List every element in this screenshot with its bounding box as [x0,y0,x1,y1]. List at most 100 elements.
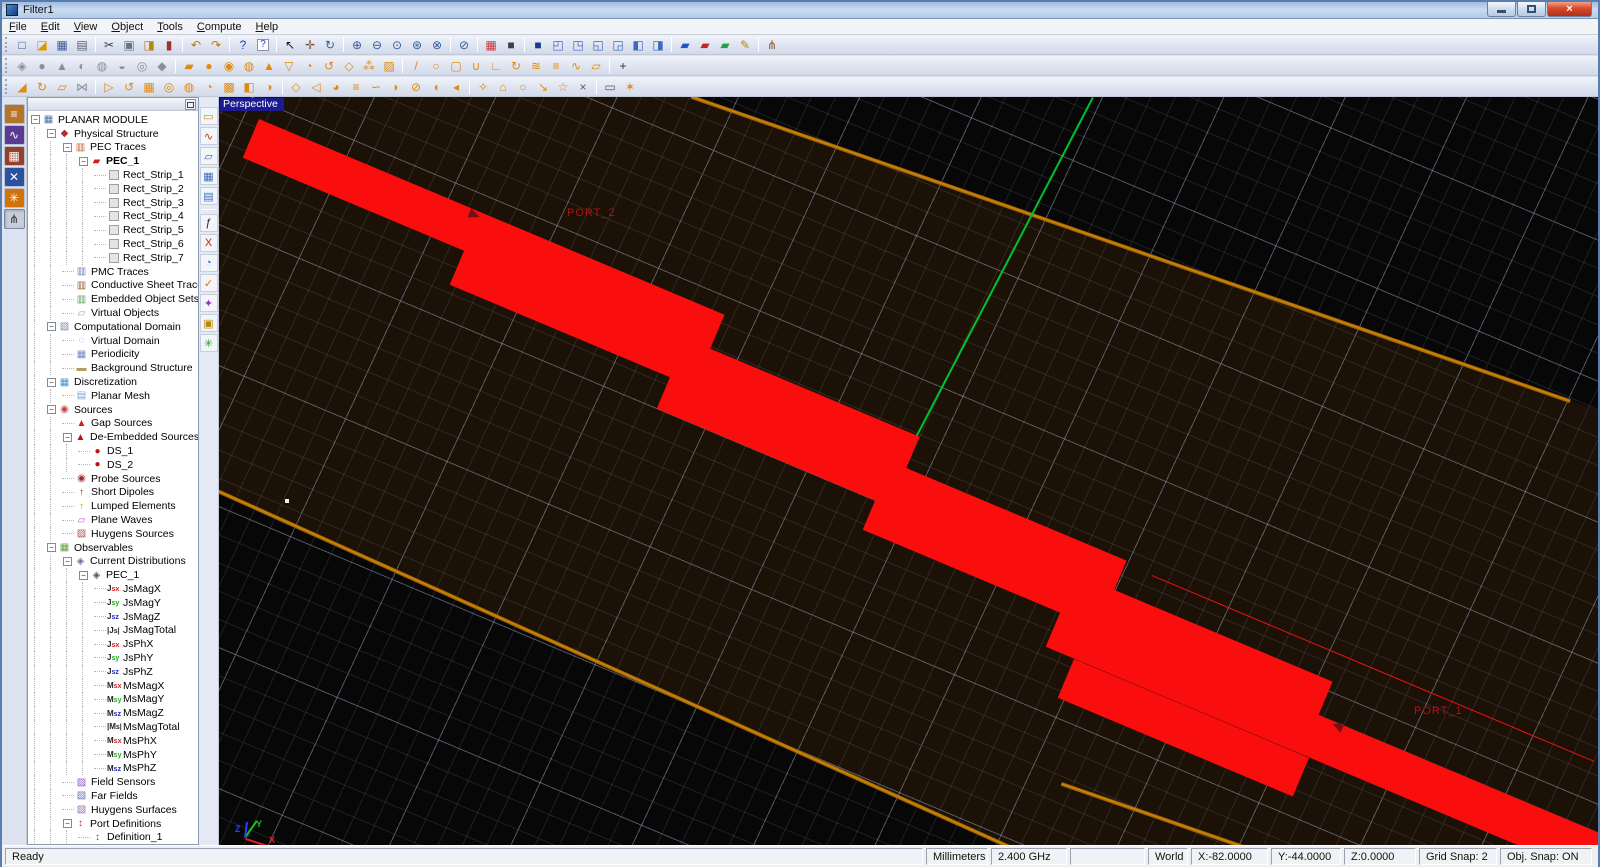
maximize-button[interactable] [1517,2,1546,17]
cone-sector-button[interactable]: ◁ [306,78,326,96]
edit-properties-button[interactable]: ✎ [735,36,755,54]
mesh-lines-button[interactable]: ▤ [200,187,218,205]
redo-button[interactable]: ↷ [206,36,226,54]
help-button[interactable]: ? [233,36,253,54]
tree-item[interactable]: Rect_Strip_1 [30,168,198,182]
tree-item[interactable]: JszJsMagZ [30,610,198,624]
draw-hatched-rect-button[interactable]: ▨ [379,57,399,75]
tree-item[interactable]: ▧Far Fields [30,789,198,803]
menu-help[interactable]: Help [249,20,286,34]
menu-object[interactable]: Object [104,20,150,34]
draw-circle-outline-button[interactable]: ○ [426,57,446,75]
solid-ellipsoid-button[interactable]: ◍ [92,57,112,75]
tree-expander[interactable]: − [31,115,40,124]
tree-item[interactable]: ▥PMC Traces [30,265,198,279]
open-folder-button[interactable]: ◪ [32,36,52,54]
minimize-button[interactable] [1487,2,1516,17]
draw-arc-button[interactable]: ∪ [466,57,486,75]
module-layout-button[interactable]: ▦ [4,146,25,166]
zoom-extents-button[interactable]: ⊗ [427,36,447,54]
cut-button[interactable]: ✂ [99,36,119,54]
title-bar[interactable]: Filter1 × [2,2,1598,19]
tree-item[interactable]: −▦PLANAR MODULE [30,113,198,127]
surface-tool-button[interactable]: ▱ [200,147,218,165]
plane-zx-button[interactable]: ▰ [715,36,735,54]
zoom-window-button[interactable]: ⊙ [387,36,407,54]
tree-item[interactable]: ▧Huygens Surfaces [30,803,198,817]
chart-view-button[interactable]: ◔ [200,254,218,272]
function-editor-button[interactable]: ƒ [200,214,218,232]
boolean-intersect-button[interactable]: ◔ [199,78,219,96]
menu-tools[interactable]: Tools [150,20,190,34]
tree-item[interactable]: MsxMsPhX [30,734,198,748]
draw-circle-button[interactable]: ● [199,57,219,75]
tree-item[interactable]: Rect_Strip_6 [30,237,198,251]
solid-view-button[interactable]: ■ [501,36,521,54]
tree-item[interactable]: MszMsPhZ [30,761,198,775]
solid-cube-button[interactable]: ◈ [12,57,32,75]
zoom-in-button[interactable]: ⊕ [347,36,367,54]
tree-item[interactable]: ●DS_1 [30,444,198,458]
star-circle-button[interactable]: ✧ [473,78,493,96]
draw-corner-path-button[interactable]: ∟ [486,57,506,75]
copy-view-button[interactable]: ▣ [200,314,218,332]
rotate-object-button[interactable]: ↻ [32,78,52,96]
draw-rounded-rect-button[interactable]: ▢ [446,57,466,75]
rotate-copy-button[interactable]: ↺ [119,78,139,96]
tree-expander[interactable]: − [63,557,72,566]
tree-item[interactable]: −◆Physical Structure [30,127,198,141]
solid-hemisphere-button[interactable]: ◐ [72,57,92,75]
export-excel-button[interactable]: X [200,234,218,252]
tree-item[interactable]: −↕Port Definitions [30,817,198,831]
tree-item[interactable]: ▱Plane Waves [30,513,198,527]
tree-item[interactable]: ▥Embedded Object Sets [30,292,198,306]
close-button[interactable]: × [1547,2,1592,17]
tree-expander[interactable]: − [79,157,88,166]
zoom-previous-button[interactable]: ⊘ [454,36,474,54]
view-bottom-button[interactable]: ◨ [648,36,668,54]
tree-expander[interactable]: − [79,571,88,580]
tree-item[interactable]: ◌Virtual Domain [30,334,198,348]
tree-item[interactable]: ●DS_2 [30,458,198,472]
plane-yz-button[interactable]: ▰ [695,36,715,54]
tree-item[interactable]: −▦Observables [30,541,198,555]
gauge-sector-button[interactable]: ◕ [326,78,346,96]
new-document-button[interactable]: □ [12,36,32,54]
sweep-button[interactable]: ∽ [366,78,386,96]
tree-item[interactable]: ▱Virtual Objects [30,306,198,320]
curve-editor-button[interactable]: ∿ [200,127,218,145]
stack-layers-button[interactable]: ≡ [346,78,366,96]
star-polygon-button[interactable]: ☆ [553,78,573,96]
validate-check-button[interactable]: ✓ [200,274,218,292]
draw-circle-sector-button[interactable]: ◔ [299,57,319,75]
tree-expander[interactable]: − [63,819,72,828]
tree-expander[interactable]: − [47,405,56,414]
panel-restore-button[interactable] [185,99,196,110]
module-optimizer-button[interactable]: ✳ [4,188,25,208]
tree-item[interactable]: −▦Discretization [30,375,198,389]
mesh-grid-button[interactable]: ▦ [200,167,218,185]
orbit-rotate-button[interactable]: ↻ [320,36,340,54]
tree-item[interactable]: |Js|JsMagTotal [30,623,198,637]
tree-item[interactable]: −▲De-Embedded Sources [30,430,198,444]
draw-spiral2-button[interactable]: ↻ [506,57,526,75]
pec-strip-rect_strip_1[interactable] [243,119,725,353]
draw-balloon-button[interactable]: ◉ [219,57,239,75]
tree-item[interactable]: ↑Short Dipoles [30,486,198,500]
hexagon-button[interactable]: ○ [513,78,533,96]
new-session-button[interactable]: ✳ [200,334,218,352]
draw-spiral-button[interactable]: ↺ [319,57,339,75]
array-3d-button[interactable]: ⋈ [72,78,92,96]
render-colors-button[interactable]: ✦ [200,294,218,312]
tree-item[interactable]: ▨Huygens Sources [30,527,198,541]
tree-item[interactable]: −▧Computational Domain [30,320,198,334]
collapse-button[interactable]: × [573,78,593,96]
tree-expander[interactable]: − [47,378,56,387]
toolbar-grip[interactable] [5,37,9,52]
draw-curve-button[interactable]: ∿ [566,57,586,75]
tree-item[interactable]: MsxMsMagX [30,679,198,693]
draw-rectangle-button[interactable]: ▰ [179,57,199,75]
pentagon-button[interactable]: ⌂ [493,78,513,96]
delete-button[interactable]: ▮ [159,36,179,54]
menu-view[interactable]: View [67,20,105,34]
